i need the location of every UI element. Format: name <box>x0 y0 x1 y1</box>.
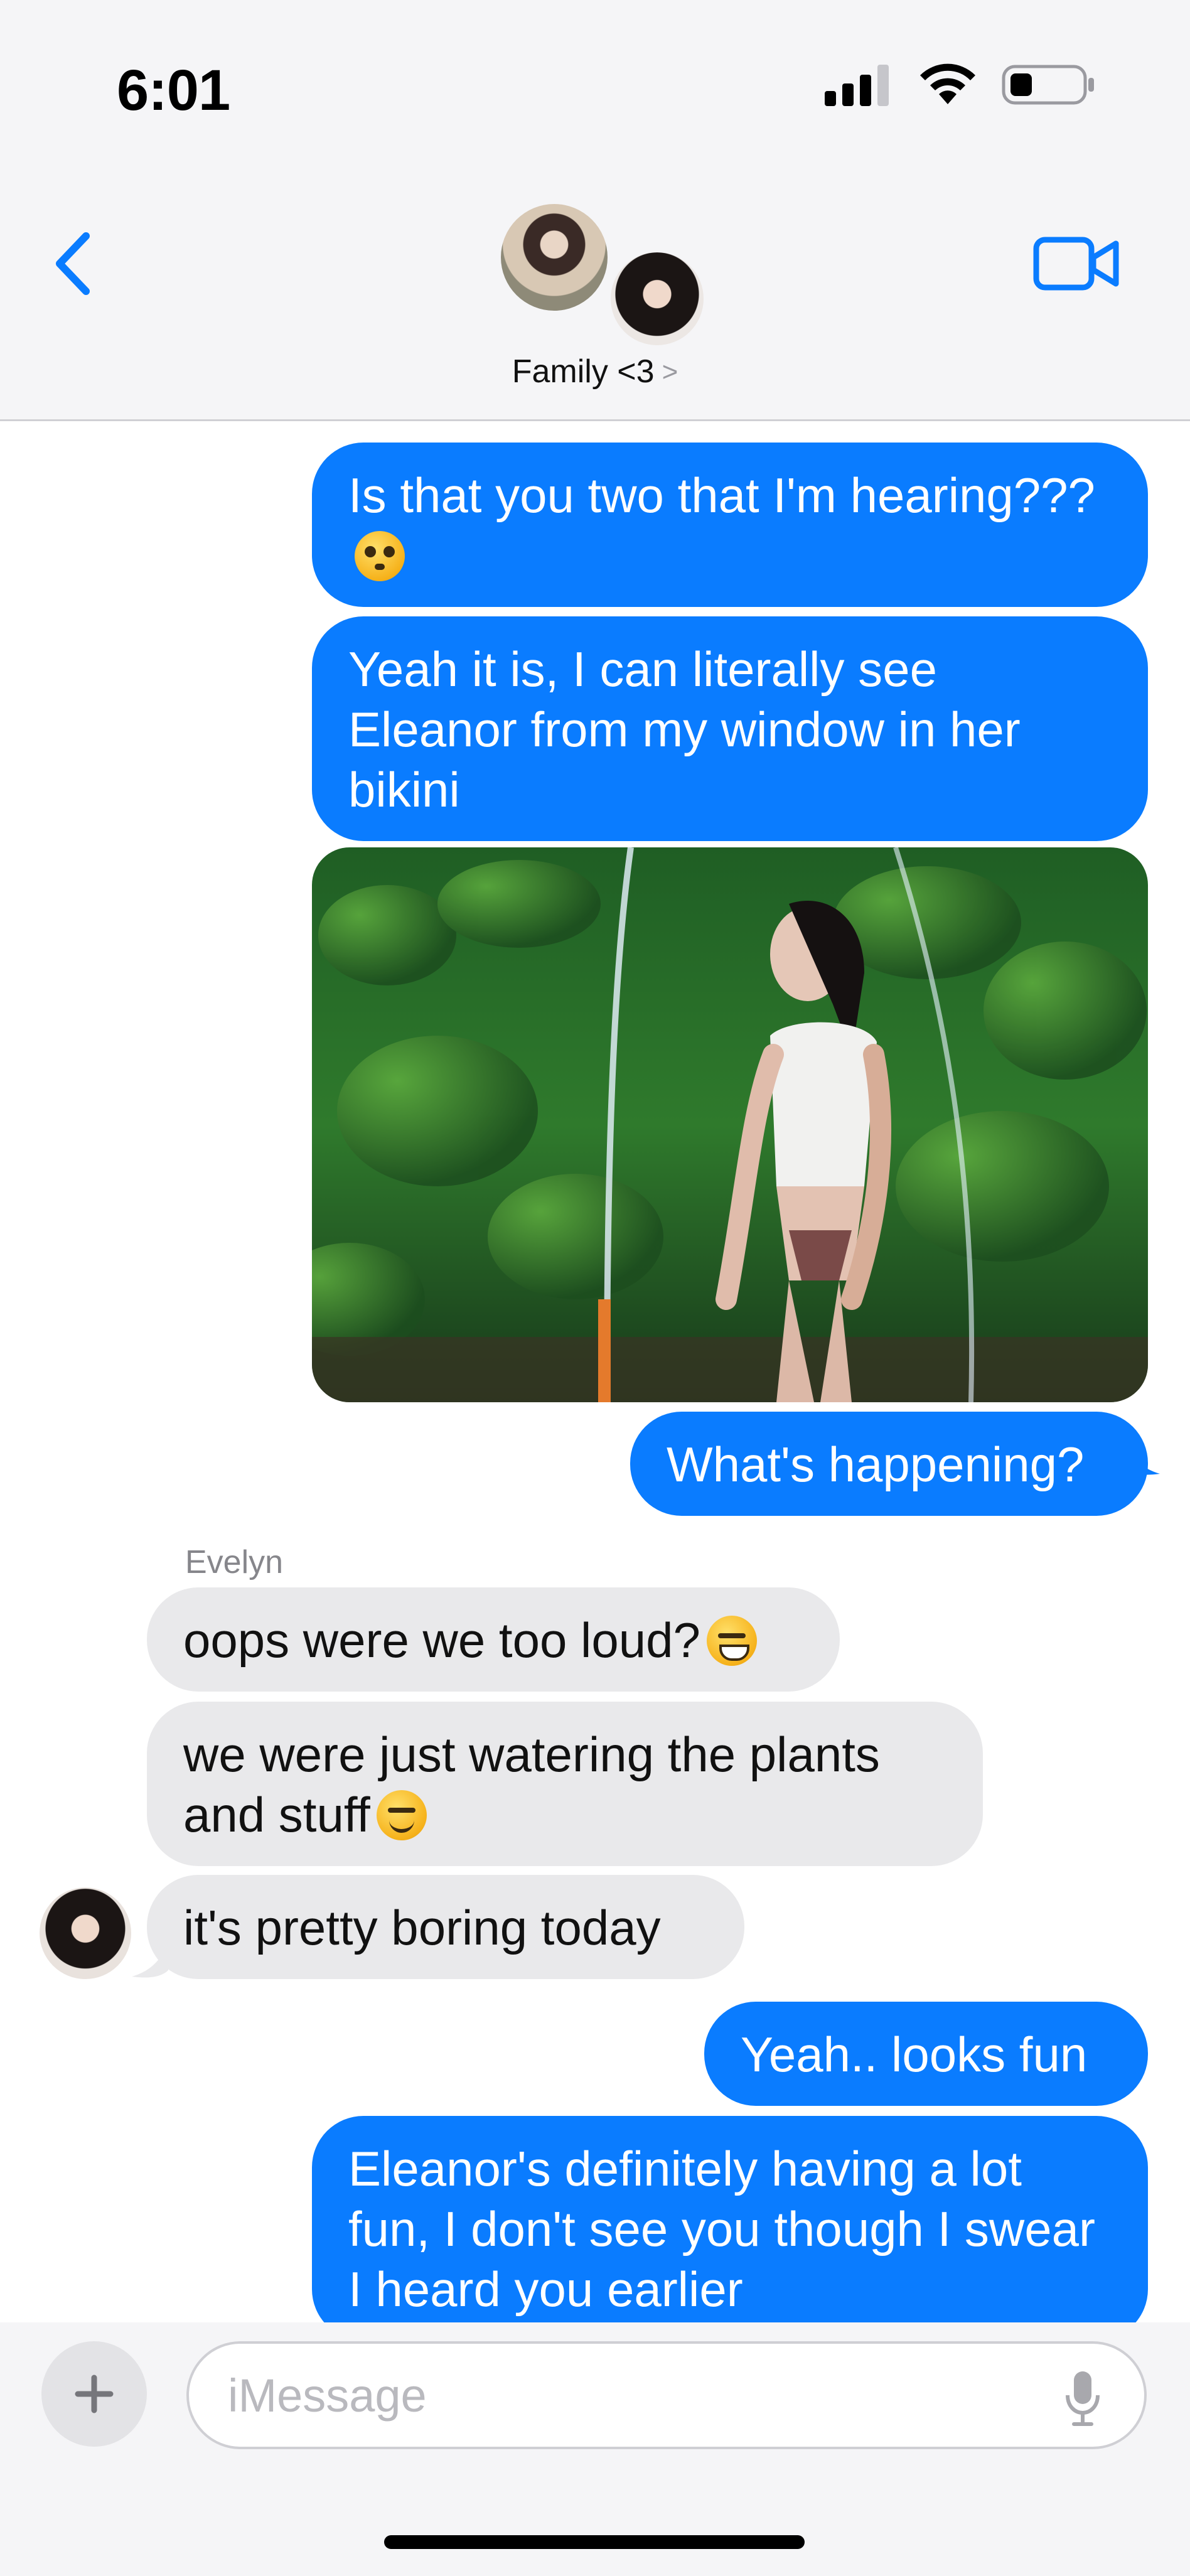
flushed-face-icon <box>355 531 405 581</box>
input-placeholder: iMessage <box>228 2369 427 2422</box>
conversation-header: 6:01 Family <3 > <box>0 0 1190 421</box>
add-attachment-button[interactable] <box>41 2341 147 2447</box>
avatar <box>501 204 608 311</box>
message-bubble-incoming[interactable]: oops were we too loud? <box>147 1587 840 1692</box>
chat-title[interactable]: Family <3 > <box>0 353 1190 390</box>
video-camera-icon <box>1033 237 1119 291</box>
message-text: oops were we too loud? <box>183 1613 700 1668</box>
avatar <box>608 249 707 348</box>
message-bubble-outgoing[interactable]: Yeah.. looks fun <box>704 2002 1148 2106</box>
message-thread[interactable]: Is that you two that I'm hearing??? Yeah… <box>0 421 1190 2323</box>
message-text: it's pretty boring today <box>183 1900 661 1955</box>
smiling-face-icon <box>376 1790 427 1840</box>
message-text: Yeah.. looks fun <box>741 2027 1088 2082</box>
battery-icon <box>1002 65 1094 105</box>
home-indicator[interactable] <box>384 2535 805 2549</box>
message-bubble-outgoing[interactable]: What's happening? <box>630 1412 1148 1516</box>
sender-name: Evelyn <box>185 1544 284 1580</box>
chat-name: Family <3 <box>512 353 655 390</box>
plus-icon <box>75 2375 114 2413</box>
status-icons <box>825 63 1096 107</box>
message-text: we were just watering the plants and stu… <box>183 1727 880 1842</box>
messages-screen: 6:01 Family <3 > Is that you two that I'… <box>0 0 1190 2576</box>
status-time: 6:01 <box>117 58 230 122</box>
message-bubble-outgoing[interactable]: Eleanor's definitely having a lot fun, I… <box>312 2116 1148 2323</box>
bubble-tail-icon <box>132 1941 168 1978</box>
chevron-right-icon: > <box>662 357 678 387</box>
message-bubble-outgoing[interactable]: Is that you two that I'm hearing??? <box>312 443 1148 607</box>
photo-message[interactable] <box>312 847 1148 1402</box>
message-bubble-outgoing[interactable]: Yeah it is, I can literally see Eleanor … <box>312 616 1148 841</box>
grinning-sweat-face-icon <box>706 1616 757 1666</box>
message-bubble-incoming[interactable]: we were just watering the plants and stu… <box>147 1702 983 1866</box>
avatar[interactable] <box>40 1887 131 1979</box>
group-avatars[interactable] <box>496 204 709 348</box>
message-bubble-incoming[interactable]: it's pretty boring today <box>147 1875 744 1979</box>
photo-attachment-icon <box>312 847 1148 1402</box>
message-text: What's happening? <box>667 1437 1085 1492</box>
bubble-tail-icon <box>1123 1439 1160 1475</box>
message-input[interactable]: iMessage <box>186 2341 1147 2449</box>
microphone-icon[interactable] <box>1064 2369 1102 2427</box>
message-text: Is that you two that I'm hearing??? <box>348 468 1095 523</box>
cellular-signal-icon <box>825 65 889 106</box>
video-call-button[interactable] <box>1033 232 1121 295</box>
wifi-icon <box>920 63 975 104</box>
back-button[interactable] <box>44 226 100 301</box>
chevron-left-icon <box>56 232 90 295</box>
message-text: Eleanor's definitely having a lot fun, I… <box>348 2141 1095 2317</box>
message-text: Yeah it is, I can literally see Eleanor … <box>348 641 1021 817</box>
